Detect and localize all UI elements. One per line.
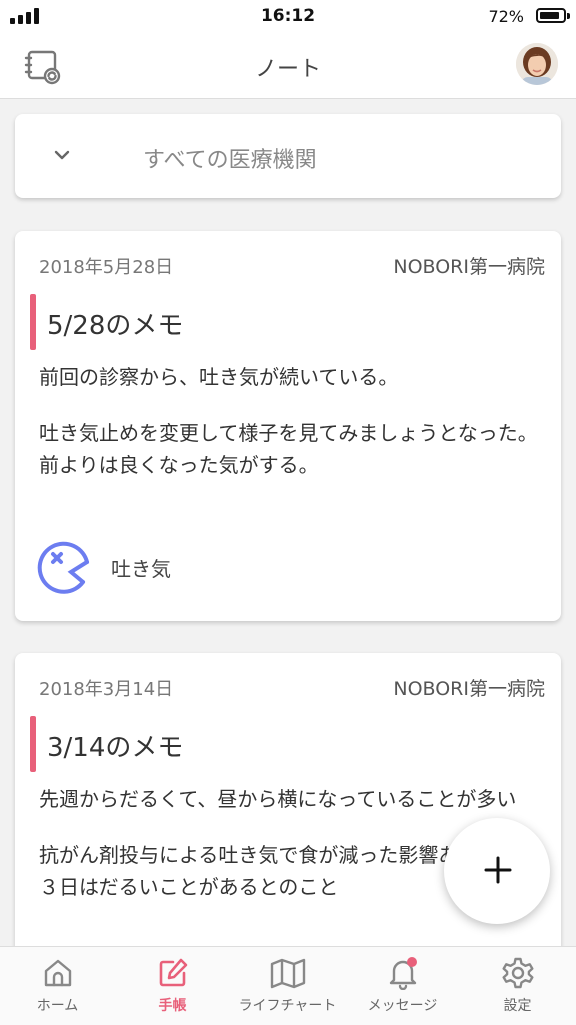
battery-percentage: 72% (488, 7, 524, 26)
tab-notebook[interactable]: 手帳 (115, 947, 230, 1025)
gear-icon (502, 957, 533, 989)
tab-label: ホーム (36, 998, 79, 1014)
battery-icon (536, 8, 570, 23)
tab-label: メッセージ (367, 998, 438, 1014)
note-date: 2018年5月28日 (39, 257, 174, 278)
add-note-button[interactable] (444, 818, 550, 924)
tab-label: 手帳 (158, 998, 187, 1014)
tab-bar: ホーム 手帳 ライフチャート メッセージ 設定 (0, 946, 576, 1025)
tab-label: 設定 (503, 998, 532, 1014)
note-card[interactable]: 2018年5月28日 NOBORI第一病院 5/28のメモ 前回の診察から、吐き… (15, 231, 561, 621)
tab-home[interactable]: ホーム (0, 947, 115, 1025)
tab-label: ライフチャート (238, 998, 337, 1014)
home-icon (44, 959, 71, 987)
note-paragraph: 前よりは良くなった気がする。 (39, 453, 319, 477)
avatar[interactable] (516, 43, 558, 85)
note-title: 5/28のメモ (47, 311, 184, 341)
nausea-icon (37, 541, 89, 594)
bell-icon (389, 957, 417, 990)
hospital-filter-dropdown[interactable]: すべての医療機関 (15, 114, 561, 198)
symptom-tag: 吐き気 (37, 538, 171, 596)
header-bar: ノート (0, 34, 576, 99)
map-icon (270, 958, 305, 989)
chevron-down-icon (54, 150, 70, 160)
note-body: 前回の診察から、吐き気が続いている。 吐き気止めを変更して様子を見てみましょうと… (39, 361, 549, 481)
note-hospital: NOBORI第一病院 (393, 256, 545, 278)
page-title: ノート (254, 57, 321, 82)
tab-life-chart[interactable]: ライフチャート (230, 947, 345, 1025)
note-paragraph: 吐き気止めを変更して様子を見てみましょうとなった。 (39, 421, 538, 445)
tab-settings[interactable]: 設定 (460, 947, 575, 1025)
note-hospital: NOBORI第一病院 (393, 678, 545, 700)
filter-label: すべての医療機関 (143, 148, 317, 173)
note-accent-bar (30, 716, 36, 772)
symptom-label: 吐き気 (111, 556, 171, 581)
note-paragraph: 先週からだるくて、昼から横になっていることが多い (39, 787, 517, 811)
edit-icon (159, 958, 187, 987)
tab-messages[interactable]: メッセージ (345, 947, 460, 1025)
status-bar: 16:12 72% (0, 0, 576, 34)
note-paragraph: 前回の診察から、吐き気が続いている。 (39, 365, 399, 389)
note-accent-bar (30, 294, 36, 350)
plus-icon (484, 856, 512, 884)
note-title: 3/14のメモ (47, 733, 184, 763)
note-date: 2018年3月14日 (39, 679, 174, 700)
